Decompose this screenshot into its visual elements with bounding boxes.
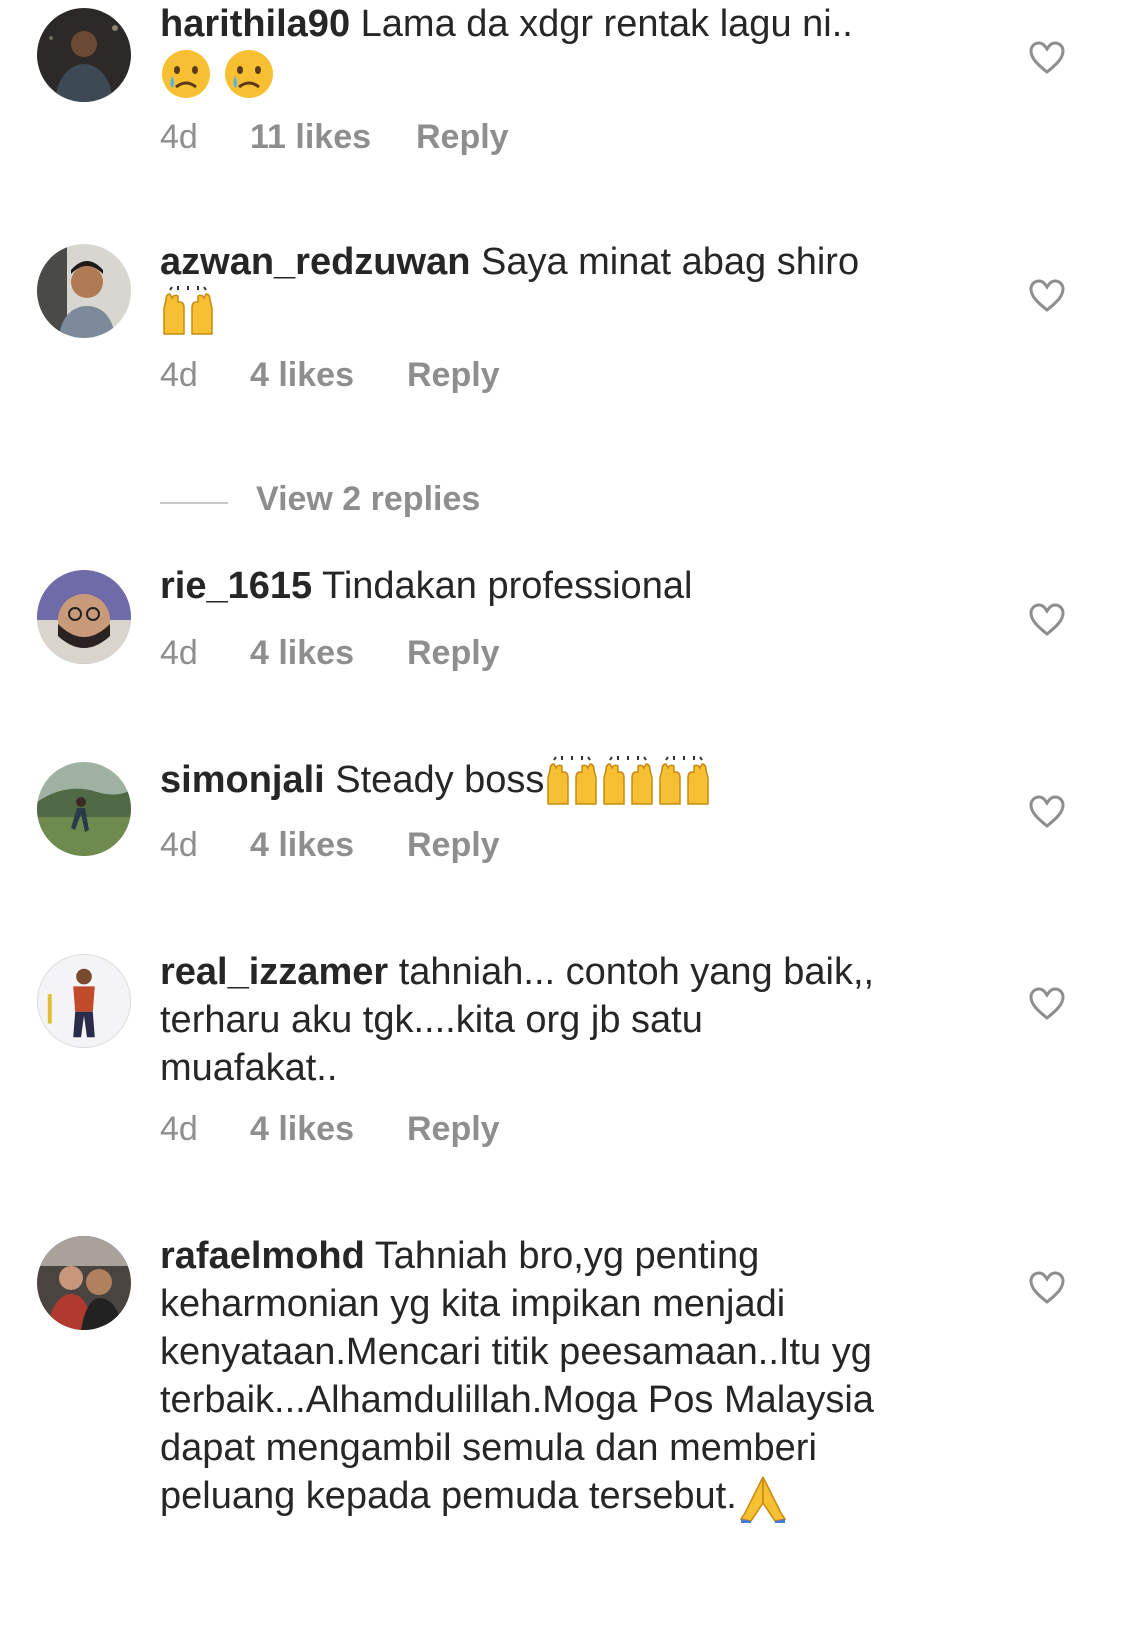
reply-button[interactable]: Reply: [407, 356, 500, 395]
comment-text: simonjali Steady boss: [160, 756, 960, 808]
comment-text: rie_1615 Tindakan professional: [160, 562, 960, 610]
like-heart-icon[interactable]: [1027, 38, 1067, 78]
avatar[interactable]: [37, 1236, 131, 1330]
comment-time: 4d: [160, 634, 198, 672]
avatar[interactable]: [37, 570, 131, 664]
comment-time: 4d: [160, 1110, 198, 1148]
likes-count[interactable]: 4 likes: [250, 826, 354, 865]
comment-text: real_izzamer tahniah... contoh yang baik…: [160, 948, 880, 1092]
comment-text: rafaelmohd Tahniah bro,yg penting keharm…: [160, 1232, 900, 1523]
avatar[interactable]: [37, 954, 131, 1048]
comment-username[interactable]: harithila90: [160, 3, 350, 45]
comment-username[interactable]: azwan_redzuwan: [160, 241, 470, 283]
comment-username[interactable]: rafaelmohd: [160, 1235, 365, 1277]
comment-body: Tindakan professional: [322, 565, 693, 607]
avatar[interactable]: [37, 244, 131, 338]
likes-count[interactable]: 4 likes: [250, 356, 354, 395]
comment-body: Lama da xdgr rentak lagu ni..: [360, 3, 853, 45]
comment-time: 4d: [160, 356, 198, 394]
comment-text: azwan_redzuwan Saya minat abag shiro: [160, 238, 960, 338]
comment-body: Saya minat abag shiro: [480, 241, 860, 283]
comment-time: 4d: [160, 118, 198, 156]
reply-button[interactable]: Reply: [407, 634, 500, 673]
like-heart-icon[interactable]: [1027, 600, 1067, 640]
crying-face-icon: [160, 48, 212, 100]
comment-username[interactable]: rie_1615: [160, 565, 312, 607]
like-heart-icon[interactable]: [1027, 792, 1067, 832]
raising-hands-icon: [160, 286, 216, 338]
replies-divider: [160, 502, 228, 504]
comment-body: Steady boss: [335, 759, 545, 802]
comment-username[interactable]: real_izzamer: [160, 951, 388, 993]
like-heart-icon[interactable]: [1027, 984, 1067, 1024]
reply-button[interactable]: Reply: [416, 118, 509, 157]
comment-text: harithila90 Lama da xdgr rentak lagu ni.…: [160, 0, 960, 100]
like-heart-icon[interactable]: [1027, 276, 1067, 316]
view-replies-label[interactable]: View 2 replies: [256, 480, 480, 519]
likes-count[interactable]: 4 likes: [250, 634, 354, 673]
reply-button[interactable]: Reply: [407, 826, 500, 865]
raising-hands-icon: [600, 756, 656, 808]
comment-username[interactable]: simonjali: [160, 759, 325, 801]
folded-hands-icon: [737, 1473, 789, 1523]
likes-count[interactable]: 11 likes: [250, 118, 371, 157]
like-heart-icon[interactable]: [1027, 1268, 1067, 1308]
avatar[interactable]: [37, 762, 131, 856]
reply-button[interactable]: Reply: [407, 1110, 500, 1149]
crying-face-icon: [223, 48, 275, 100]
likes-count[interactable]: 4 likes: [250, 1110, 354, 1149]
raising-hands-icon: [544, 756, 600, 808]
avatar[interactable]: [37, 8, 131, 102]
raising-hands-icon: [656, 756, 712, 808]
comment-time: 4d: [160, 826, 198, 864]
